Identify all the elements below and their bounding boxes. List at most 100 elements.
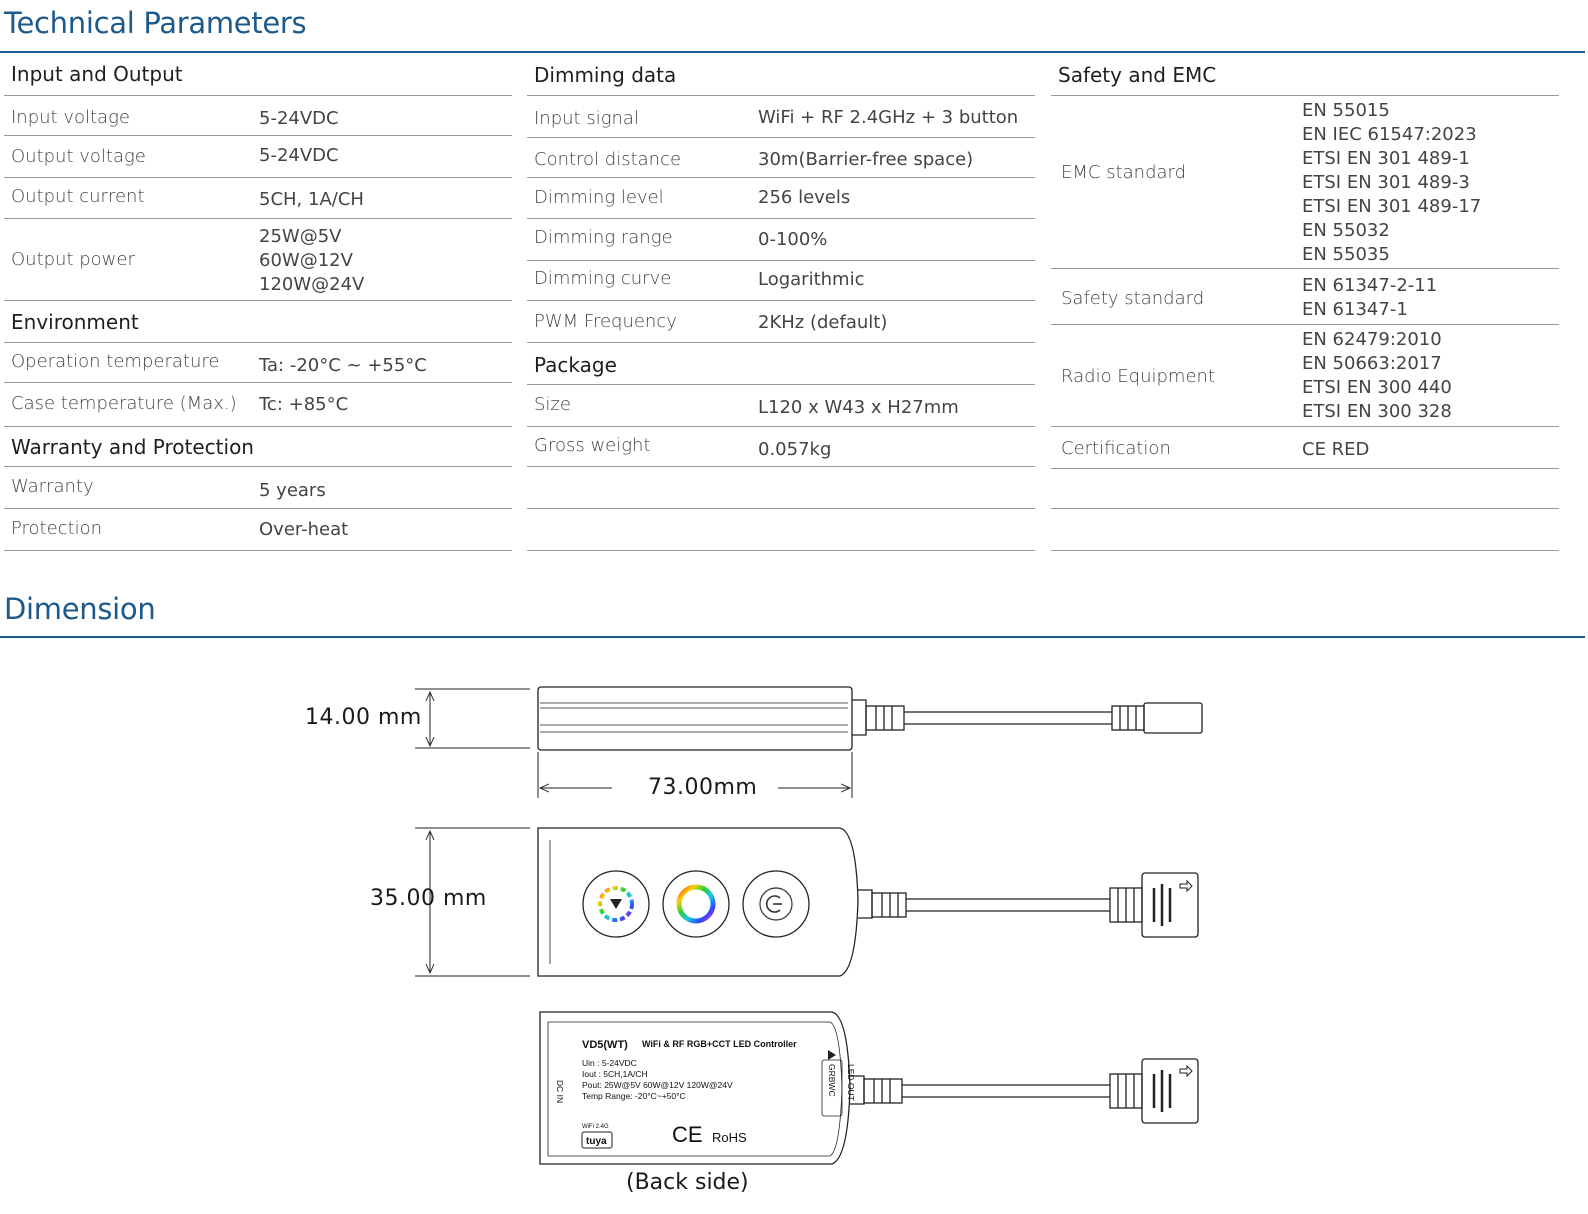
- power-button: [742, 870, 810, 938]
- value-line: EN 55015: [1302, 100, 1390, 121]
- section-header-input-output: Input and Output: [4, 57, 512, 96]
- param-row: Output power 25W@5V 60W@12V 120W@24V: [4, 220, 512, 301]
- empty-row: [1051, 510, 1559, 551]
- param-label: Control distance: [534, 149, 682, 170]
- param-row: Warranty 5 years: [4, 468, 512, 509]
- param-row: PWM Frequency 2KHz (default): [527, 302, 1035, 343]
- value-line: EN 62479:2010: [1302, 329, 1442, 350]
- ce-mark: CE: [672, 1122, 703, 1147]
- label-pout: Pout: 25W@5V 60W@12V 120W@24V: [582, 1080, 733, 1090]
- param-label: Input signal: [534, 108, 639, 129]
- height-dimension-label: 14.00 mm: [305, 705, 422, 730]
- section-header-package: Package: [527, 344, 1035, 385]
- param-label: PWM Frequency: [534, 311, 677, 332]
- side-view: [415, 686, 1203, 751]
- label-ledout: LED OUT: [846, 1064, 856, 1101]
- value-line: ETSI EN 301 489-17: [1302, 196, 1482, 217]
- param-label: Safety standard: [1061, 288, 1205, 309]
- param-label: Input voltage: [11, 107, 130, 128]
- param-value: 5-24VDC: [259, 145, 339, 166]
- value-line: EN IEC 61547:2023: [1302, 124, 1477, 145]
- section-header-safety: Safety and EMC: [1051, 57, 1559, 96]
- value-line: EN 55032: [1302, 220, 1390, 241]
- label-temp: Temp Range: -20°C~+50°C: [582, 1091, 686, 1101]
- technical-title-rule: [0, 51, 1585, 53]
- param-value: CE RED: [1302, 439, 1370, 460]
- param-row: Output current 5CH, 1A/CH: [4, 179, 512, 219]
- value-line: ETSI EN 300 440: [1302, 377, 1452, 398]
- section-title: Package: [534, 353, 617, 377]
- value-line: 120W@24V: [259, 274, 365, 295]
- param-value: 256 levels: [758, 187, 851, 208]
- section-title: Safety and EMC: [1058, 63, 1217, 87]
- label-uin: Uin : 5-24VDC: [582, 1058, 637, 1068]
- param-row: Control distance 30m(Barrier-free space): [527, 139, 1035, 178]
- label-dcin: DC IN: [555, 1080, 565, 1103]
- param-value-multiline: EN 61347-2-11 EN 61347-1: [1302, 274, 1437, 322]
- value-line: ETSI EN 301 489-3: [1302, 172, 1470, 193]
- param-label: Output voltage: [11, 146, 146, 167]
- param-label: Size: [534, 394, 571, 415]
- param-row: Protection Over-heat: [4, 510, 512, 551]
- label-wifi: WiFi 2.4G: [582, 1124, 609, 1130]
- value-line: EN 55035: [1302, 244, 1390, 265]
- value-line: EN 61347-1: [1302, 299, 1408, 320]
- param-value: Logarithmic: [758, 269, 865, 290]
- param-label: Gross weight: [534, 435, 651, 456]
- param-value: 0.057kg: [758, 439, 832, 460]
- dimension-title: Dimension: [4, 592, 156, 626]
- param-value-multiline: EN 62479:2010 EN 50663:2017 ETSI EN 300 …: [1302, 328, 1452, 424]
- param-value: 30m(Barrier-free space): [758, 149, 974, 170]
- value-line: EN 50663:2017: [1302, 353, 1442, 374]
- value-line: EN 61347-2-11: [1302, 275, 1438, 296]
- param-value: Over-heat: [259, 519, 349, 540]
- param-value: 5 years: [259, 480, 326, 501]
- value-line: ETSI EN 300 328: [1302, 401, 1452, 422]
- param-row: Dimming curve Logarithmic: [527, 262, 1035, 301]
- param-value: WiFi + RF 2.4GHz + 3 button: [758, 107, 1019, 128]
- section-title: Input and Output: [11, 62, 183, 86]
- param-row: Gross weight 0.057kg: [527, 428, 1035, 467]
- empty-row: [1051, 470, 1559, 509]
- param-label: Radio Equipment: [1061, 366, 1216, 387]
- width-dimension-label: 35.00 mm: [370, 886, 487, 911]
- section-title: Dimming data: [534, 63, 677, 87]
- value-line: 60W@12V: [259, 250, 353, 271]
- label-desc: WiFi & RF RGB+CCT LED Controller: [642, 1039, 797, 1049]
- color-ring-button: [662, 870, 730, 938]
- param-row: Size L120 x W43 x H27mm: [527, 386, 1035, 427]
- rohs-mark: RoHS: [712, 1130, 747, 1145]
- column-input-output: Input and Output Input voltage 5-24VDC O…: [4, 57, 512, 557]
- param-row: Input voltage 5-24VDC: [4, 97, 512, 136]
- section-title: Environment: [11, 310, 139, 334]
- param-row: Output voltage 5-24VDC: [4, 137, 512, 178]
- param-value: Tc: +85°C: [259, 394, 349, 415]
- param-label: Output current: [11, 186, 145, 207]
- section-title: Warranty and Protection: [11, 435, 254, 459]
- dimension-drawing: VD5(WT) WiFi & RF RGB+CCT LED Controller…: [415, 686, 1203, 1165]
- param-value: L120 x W43 x H27mm: [758, 397, 959, 418]
- section-header-environment: Environment: [4, 302, 512, 343]
- param-row: Radio Equipment EN 62479:2010 EN 50663:2…: [1051, 326, 1559, 427]
- param-row: Case temperature (Max.) Tc: +85°C: [4, 384, 512, 427]
- param-value: 0-100%: [758, 229, 828, 250]
- column-dimming: Dimming data Input signal WiFi + RF 2.4G…: [527, 57, 1035, 557]
- empty-row: [527, 468, 1035, 509]
- empty-row: [527, 510, 1035, 551]
- param-value-multiline: EN 55015 EN IEC 61547:2023 ETSI EN 301 4…: [1302, 99, 1481, 267]
- label-grbwc: GRBWC: [827, 1064, 837, 1097]
- param-label: Output power: [11, 249, 135, 270]
- param-label: Operation temperature: [11, 351, 220, 372]
- dimension-title-rule: [0, 636, 1585, 638]
- technical-parameters-title: Technical Parameters: [4, 6, 307, 40]
- param-label: Dimming level: [534, 187, 664, 208]
- value-line: 25W@5V: [259, 226, 342, 247]
- param-row: Certification CE RED: [1051, 428, 1559, 469]
- param-value: Ta: -20°C ~ +55°C: [259, 355, 427, 376]
- param-row: Dimming range 0-100%: [527, 220, 1035, 261]
- param-label: Protection: [11, 518, 103, 539]
- section-header-warranty: Warranty and Protection: [4, 428, 512, 467]
- tuya-logo: tuya: [586, 1136, 607, 1147]
- value-line: ETSI EN 301 489-1: [1302, 148, 1470, 169]
- column-safety: Safety and EMC EMC standard EN 55015 EN …: [1051, 57, 1559, 557]
